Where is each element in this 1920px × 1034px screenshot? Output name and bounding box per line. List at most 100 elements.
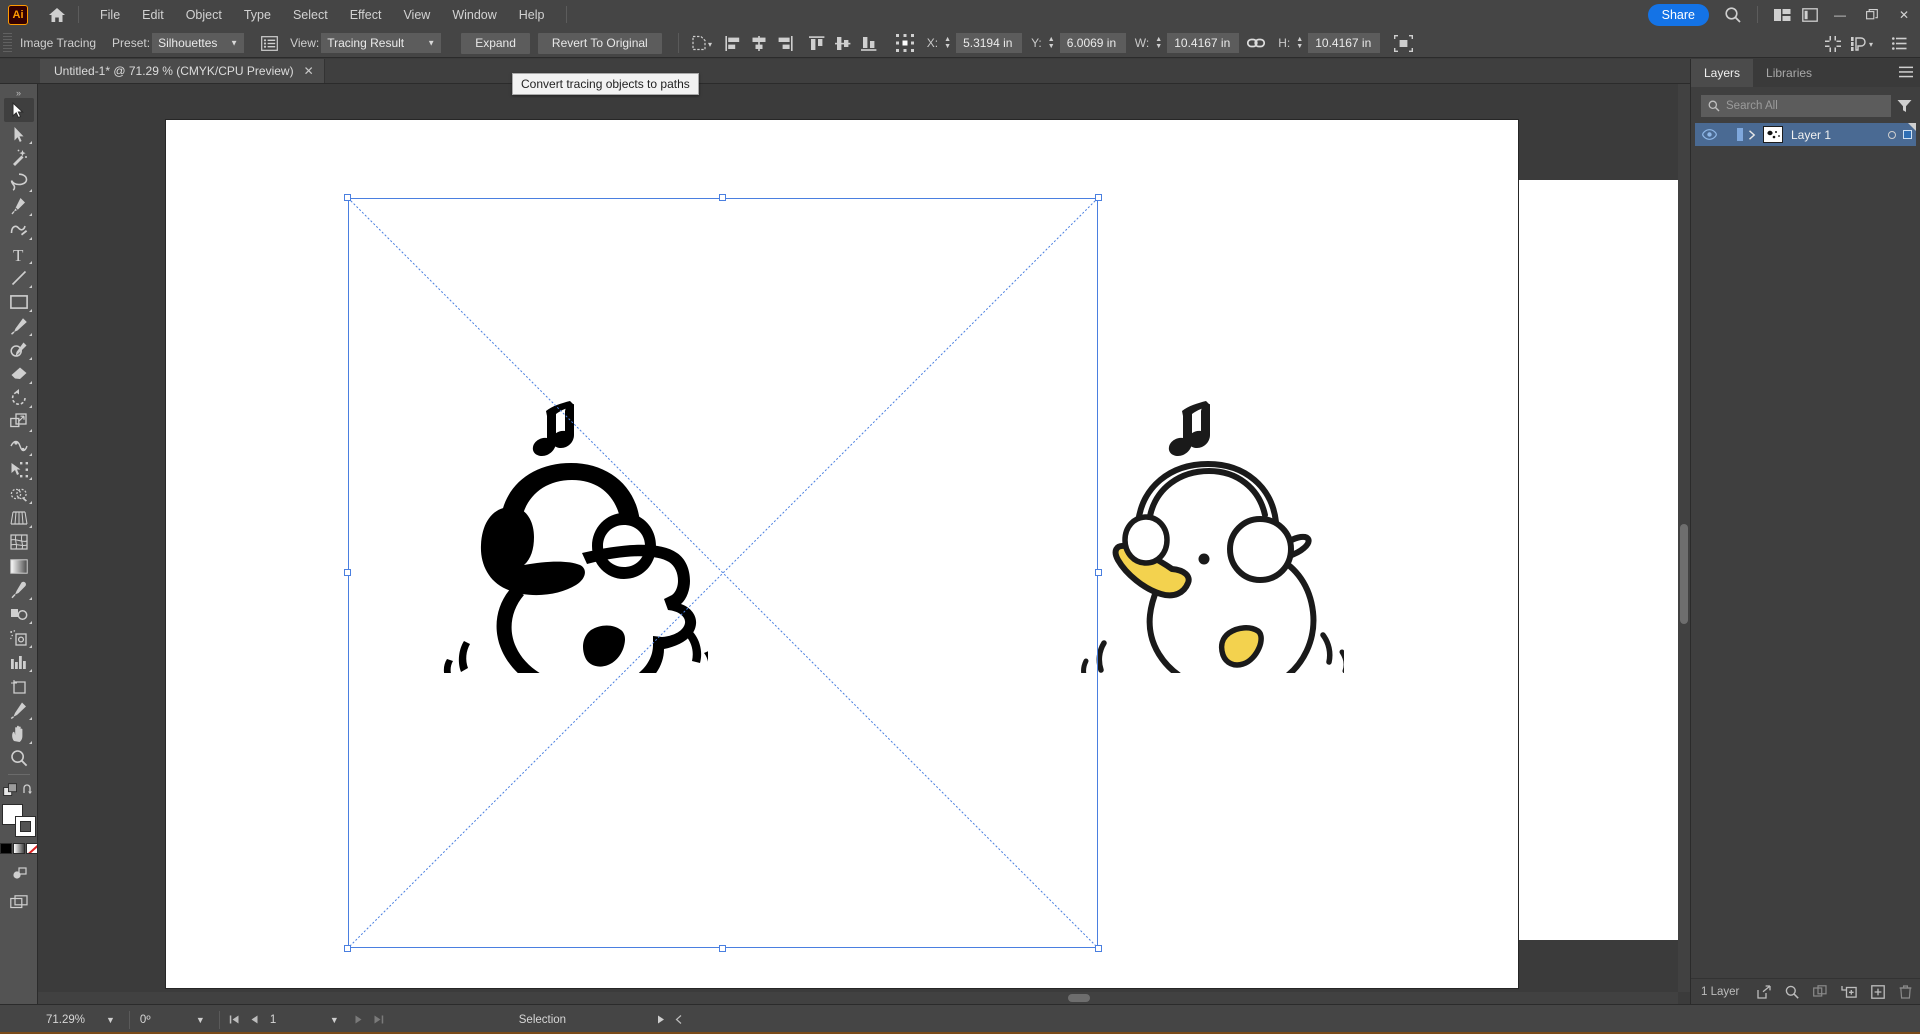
slice-tool[interactable] xyxy=(4,698,34,722)
align-horizontal-center-icon[interactable] xyxy=(748,32,770,54)
layer-name[interactable]: Layer 1 xyxy=(1791,128,1831,142)
align-left-icon[interactable] xyxy=(722,32,744,54)
align-top-icon[interactable] xyxy=(806,32,828,54)
list-item[interactable]: Layer 1 xyxy=(1695,123,1916,146)
create-new-layer-icon[interactable] xyxy=(1871,985,1885,999)
paintbrush-tool[interactable] xyxy=(4,314,34,338)
selection-handle-bottom-right[interactable] xyxy=(1095,945,1102,952)
page-number-input[interactable]: 1 xyxy=(264,1014,320,1026)
rotate-tool[interactable] xyxy=(4,386,34,410)
control-bar-grip[interactable] xyxy=(3,33,12,53)
shape-builder-tool[interactable] xyxy=(4,482,34,506)
eyedropper-tool[interactable] xyxy=(4,578,34,602)
align-right-icon[interactable] xyxy=(774,32,796,54)
artboard[interactable] xyxy=(166,120,1518,988)
search-icon[interactable] xyxy=(1719,0,1747,29)
color-swatch-button[interactable] xyxy=(0,843,12,854)
menu-edit[interactable]: Edit xyxy=(131,5,175,25)
constrain-proportions-icon[interactable] xyxy=(1245,32,1267,54)
line-segment-tool[interactable] xyxy=(4,266,34,290)
duck-with-headphones-source[interactable] xyxy=(1064,393,1344,673)
horizontal-scrollbar[interactable] xyxy=(38,992,1678,1004)
tab-layers[interactable]: Layers xyxy=(1691,59,1753,87)
next-page-icon[interactable] xyxy=(349,1014,368,1025)
zoom-dropdown-icon[interactable]: ▼ xyxy=(96,1015,125,1025)
view-select[interactable]: Tracing Result xyxy=(321,33,441,53)
free-transform-tool[interactable] xyxy=(4,458,34,482)
symbol-sprayer-tool[interactable] xyxy=(4,626,34,650)
selection-handle-bottom-left[interactable] xyxy=(344,945,351,952)
x-input[interactable]: 5.3194 in xyxy=(956,33,1022,53)
selection-handle-top-right[interactable] xyxy=(1095,194,1102,201)
type-tool[interactable]: T xyxy=(4,242,34,266)
vertical-scrollbar-thumb[interactable] xyxy=(1680,524,1688,624)
selection-handle-middle-right[interactable] xyxy=(1095,569,1102,576)
make-clipping-mask-icon[interactable] xyxy=(1813,985,1827,998)
reference-point-icon[interactable] xyxy=(894,32,916,54)
rotation-input[interactable]: 0º xyxy=(134,1011,186,1029)
menu-view[interactable]: View xyxy=(392,5,441,25)
x-stepper[interactable]: ▲▼ xyxy=(941,33,954,53)
transform-object-icon[interactable]: ▾ xyxy=(688,32,718,54)
width-tool[interactable] xyxy=(4,434,34,458)
vertical-scrollbar[interactable] xyxy=(1678,84,1690,992)
lasso-tool[interactable] xyxy=(4,170,34,194)
gradient-swatch-button[interactable] xyxy=(13,843,25,854)
menu-help[interactable]: Help xyxy=(508,5,556,25)
curvature-tool[interactable] xyxy=(4,218,34,242)
zoom-level-input[interactable]: 71.29% xyxy=(40,1011,96,1029)
gradient-tool[interactable] xyxy=(4,554,34,578)
target-indicator-icon[interactable] xyxy=(1888,131,1896,139)
arrange-documents-icon[interactable] xyxy=(1768,0,1796,29)
canvas-area[interactable] xyxy=(38,84,1690,1004)
image-trace-panel-icon[interactable] xyxy=(258,32,280,54)
home-icon[interactable] xyxy=(46,4,68,26)
direct-selection-tool[interactable] xyxy=(4,122,34,146)
panel-menu-icon[interactable] xyxy=(1899,66,1913,78)
menu-type[interactable]: Type xyxy=(233,5,282,25)
magic-wand-tool[interactable] xyxy=(4,146,34,170)
workspace-switcher-icon[interactable] xyxy=(1796,0,1824,29)
y-stepper[interactable]: ▲▼ xyxy=(1045,33,1058,53)
more-options-icon[interactable] xyxy=(1888,33,1910,55)
maximize-button[interactable] xyxy=(1856,0,1888,29)
menu-effect[interactable]: Effect xyxy=(339,5,393,25)
minimize-button[interactable]: — xyxy=(1824,0,1856,29)
fill-and-stroke-swatches[interactable] xyxy=(2,804,36,838)
zoom-tool[interactable] xyxy=(4,746,34,770)
w-stepper[interactable]: ▲▼ xyxy=(1152,33,1165,53)
view-select-wrap[interactable]: Tracing Result ▼ xyxy=(321,33,441,53)
chevron-right-icon[interactable] xyxy=(1743,130,1761,140)
change-screen-mode-icon[interactable] xyxy=(4,890,34,914)
preset-select[interactable]: Silhouettes xyxy=(152,33,244,53)
expand-button[interactable]: Expand xyxy=(461,33,530,54)
shape-options-icon[interactable] xyxy=(1390,32,1416,54)
status-collapse-icon[interactable] xyxy=(670,1014,689,1025)
eye-icon[interactable] xyxy=(1695,129,1723,140)
selection-handle-top-center[interactable] xyxy=(719,194,726,201)
stroke-swatch[interactable] xyxy=(15,816,36,837)
status-menu-icon[interactable] xyxy=(651,1014,670,1025)
rectangle-tool[interactable] xyxy=(4,290,34,314)
menu-select[interactable]: Select xyxy=(282,5,339,25)
find-icon[interactable] xyxy=(1785,985,1799,999)
y-input[interactable]: 6.0069 in xyxy=(1060,33,1126,53)
mesh-tool[interactable] xyxy=(4,530,34,554)
last-page-icon[interactable] xyxy=(368,1014,389,1025)
column-graph-tool[interactable] xyxy=(4,650,34,674)
page-dropdown-icon[interactable]: ▼ xyxy=(320,1015,349,1025)
h-stepper[interactable]: ▲▼ xyxy=(1293,33,1306,53)
select-similar-icon[interactable] xyxy=(1822,33,1844,55)
artboard-tool[interactable] xyxy=(4,674,34,698)
rotation-dropdown-icon[interactable]: ▼ xyxy=(186,1015,215,1025)
selection-handle-top-left[interactable] xyxy=(344,194,351,201)
shaper-tool[interactable] xyxy=(4,338,34,362)
align-bottom-icon[interactable] xyxy=(858,32,880,54)
selection-bounding-box[interactable] xyxy=(348,198,1098,948)
menu-file[interactable]: File xyxy=(89,5,131,25)
menu-window[interactable]: Window xyxy=(441,5,507,25)
arrange-icon[interactable]: ▾ xyxy=(1848,33,1878,55)
horizontal-scrollbar-thumb[interactable] xyxy=(1068,994,1090,1002)
prev-page-icon[interactable] xyxy=(245,1014,264,1025)
selection-tool[interactable] xyxy=(4,98,34,122)
